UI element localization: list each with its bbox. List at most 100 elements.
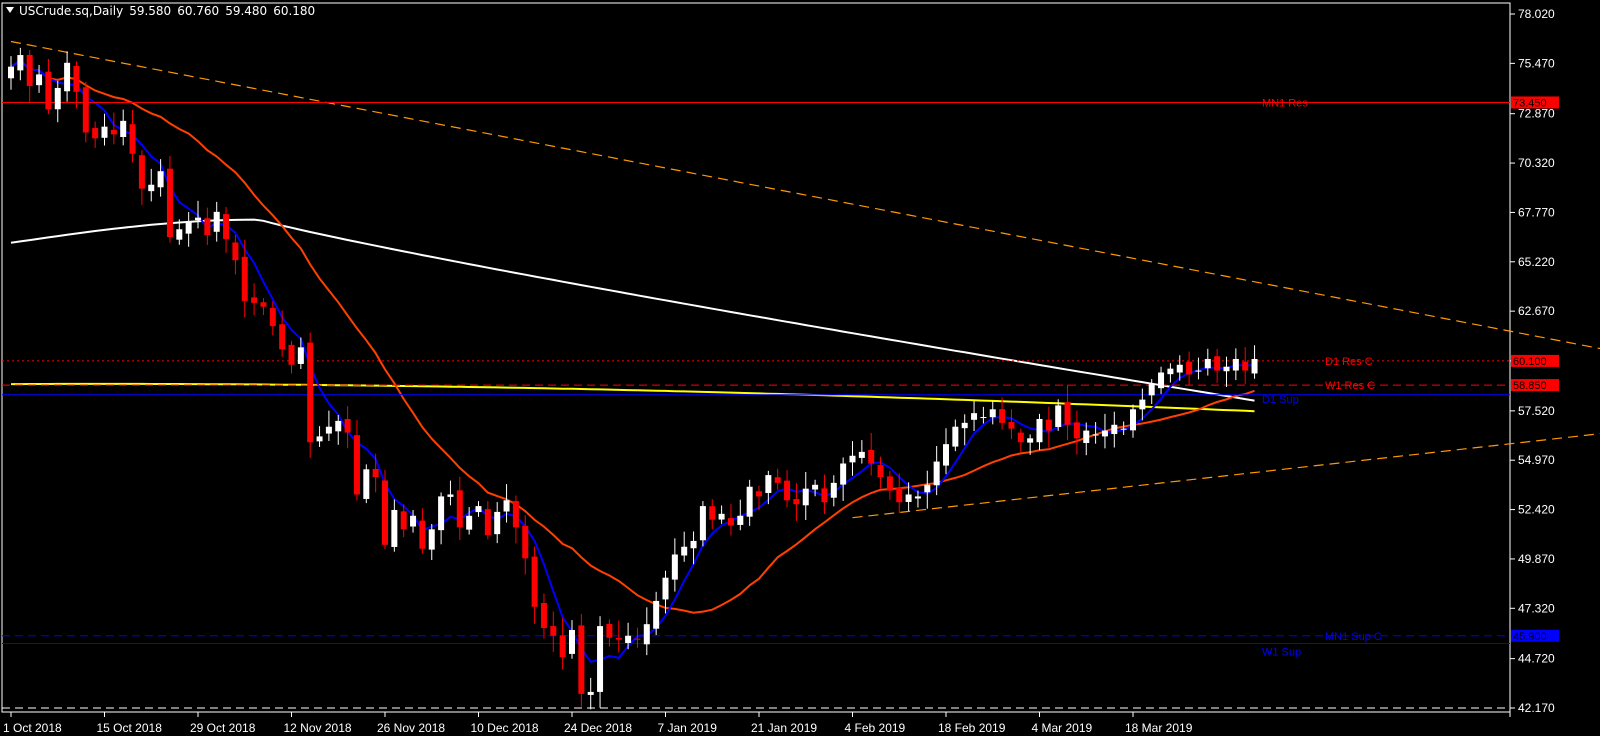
candle-body (1045, 419, 1052, 431)
x-tick-label: 26 Nov 2018 (377, 721, 445, 735)
ma-slow-line (10, 218, 1255, 402)
candle-body (466, 515, 473, 530)
candle-body (8, 66, 14, 79)
candle-body (896, 487, 903, 503)
candle-body (765, 475, 772, 494)
y-tick-label: 78.020 (1518, 7, 1555, 21)
candle-body (148, 184, 155, 192)
y-tick-label: 65.220 (1518, 255, 1555, 269)
candle-body (625, 635, 632, 644)
candle-body (531, 556, 538, 607)
candle-body (1223, 366, 1230, 372)
candle-body (157, 171, 164, 188)
y-tick-label: 44.720 (1518, 652, 1555, 666)
candle-body (447, 494, 454, 497)
candle-body (1130, 409, 1136, 431)
candle-body (1232, 358, 1239, 371)
candle-body (1111, 424, 1118, 435)
candle-body (64, 62, 71, 92)
candle-body (166, 168, 173, 238)
candle-body (297, 347, 304, 364)
candle-body (419, 520, 426, 549)
y-tick-label: 62.670 (1518, 304, 1555, 318)
x-tick-label: 18 Mar 2019 (1125, 721, 1193, 735)
candle-body (830, 482, 837, 498)
candle-body (1055, 405, 1062, 427)
candle-body (737, 515, 744, 525)
y-tick-label: 67.770 (1518, 205, 1555, 219)
candle-body (241, 256, 248, 301)
candle-body (718, 513, 725, 520)
candle-body (1158, 372, 1165, 389)
candle-body (204, 218, 211, 236)
candle-body (101, 126, 108, 138)
level-label: D1 Res C (1325, 356, 1373, 368)
candle-body (92, 128, 99, 139)
x-tick-label: 7 Jan 2019 (658, 721, 718, 735)
y-tick-label: 47.320 (1518, 601, 1555, 615)
candle-body (690, 540, 697, 549)
high-value: 60.760 (177, 4, 220, 18)
x-tick-label: 29 Oct 2018 (190, 721, 256, 735)
chart-info-bar: USCrude.sq,Daily 59.580 60.760 59.480 60.180 (6, 4, 321, 18)
candle-body (643, 624, 650, 645)
candle-body (634, 638, 641, 640)
level-label: W1 Res C (1325, 380, 1375, 392)
trendline-2 (852, 433, 1600, 519)
y-tick-label: 70.320 (1518, 156, 1555, 170)
candle-body (260, 302, 267, 307)
candle-body (325, 426, 332, 434)
candle-body (120, 120, 127, 137)
candle-body (26, 54, 33, 87)
candle-body (36, 74, 43, 86)
candle-body (905, 494, 912, 502)
x-tick-label: 10 Dec 2018 (471, 721, 539, 735)
candle-body (952, 426, 959, 447)
candle-body (597, 626, 604, 692)
chart-layers: MN1 Res 73.450 D1 Res C 60.100 W1 Res C 58.85… (2, 40, 1600, 710)
candle-body (671, 554, 678, 580)
candle-body (849, 455, 856, 463)
candle-body (1251, 358, 1258, 374)
candle-body (195, 217, 201, 221)
candle-body (279, 324, 286, 350)
candle-body (232, 242, 239, 261)
dropdown-arrow-icon[interactable] (6, 7, 14, 13)
candle-body (727, 518, 734, 526)
x-tick-label: 21 Jan 2019 (751, 721, 817, 735)
candle-body (662, 577, 669, 600)
candle-body (176, 229, 183, 240)
candle-body (709, 506, 716, 520)
candle-body (456, 490, 463, 528)
close-value: 60.180 (273, 4, 316, 18)
y-tick-label: 75.470 (1518, 56, 1555, 70)
candle-body (1083, 430, 1090, 443)
candle-body (73, 65, 80, 92)
candle-body (82, 87, 89, 133)
candle-body (512, 501, 519, 528)
x-tick-label: 24 Dec 2018 (564, 721, 632, 735)
candle-body (1242, 361, 1249, 371)
candle-body (1176, 364, 1183, 373)
candle-body (812, 484, 819, 490)
candle-body (1167, 368, 1174, 375)
candle-body (213, 211, 220, 232)
candle-body (382, 480, 388, 545)
candle-body (251, 297, 258, 303)
candle-body (578, 625, 585, 694)
open-value: 59.580 (129, 4, 172, 18)
candle-body (793, 499, 800, 505)
x-tick-label: 12 Nov 2018 (284, 721, 352, 735)
x-tick-label: 1 Oct 2018 (3, 721, 62, 735)
level-price-tag-label: 73.450 (1513, 97, 1547, 109)
candle-body (288, 344, 295, 365)
candle-body (1073, 422, 1080, 439)
candle-body (1148, 384, 1155, 396)
candle-body (1214, 356, 1221, 371)
price-chart[interactable]: 78.02075.47072.87070.32067.77065.22062.6… (0, 0, 1600, 736)
candle-body (980, 417, 987, 419)
candle-body (475, 506, 482, 513)
candle-body (587, 691, 594, 695)
candle-body (877, 465, 884, 478)
candle-body (372, 468, 379, 478)
